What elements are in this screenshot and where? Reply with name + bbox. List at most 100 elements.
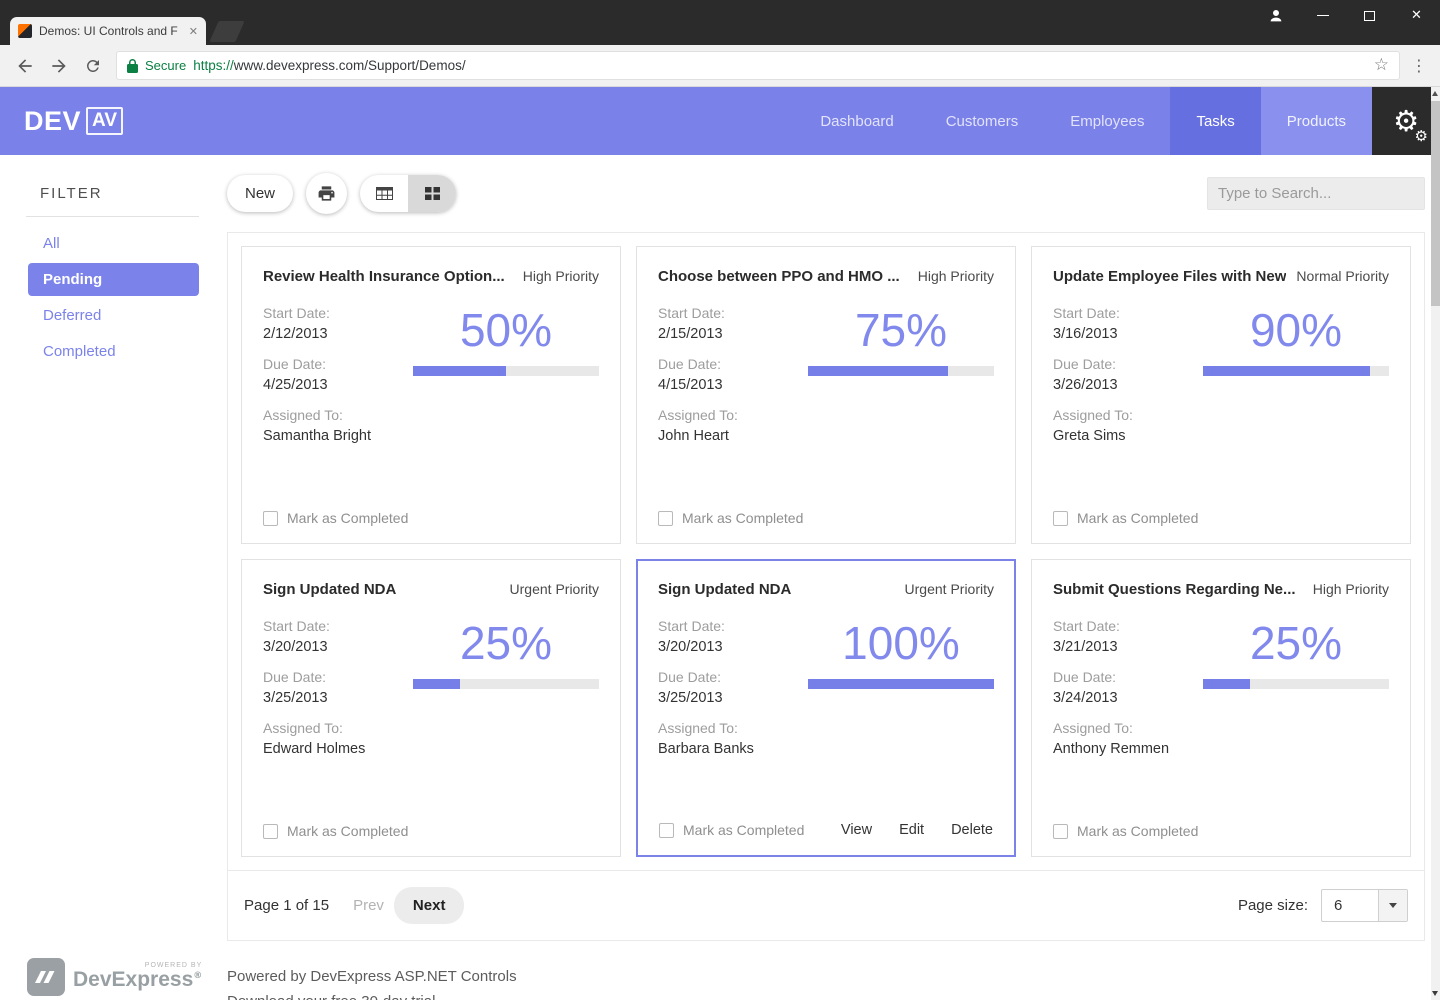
progress-percent: 25% (413, 620, 599, 666)
progress-percent: 90% (1203, 307, 1389, 353)
delete-action[interactable]: Delete (951, 822, 993, 838)
scrollbar-thumb[interactable] (1431, 101, 1440, 306)
minimize-button[interactable] (1299, 0, 1346, 31)
sidebar-item-deferred[interactable]: Deferred (28, 299, 199, 332)
forward-icon[interactable] (42, 49, 76, 83)
devexpress-footer-logo[interactable]: POWERED BY DevExpress® (27, 958, 202, 996)
browser-menu-icon[interactable]: ⋮ (1406, 56, 1432, 75)
sidebar-item-all[interactable]: All (28, 227, 199, 260)
task-priority: Urgent Priority (895, 581, 994, 597)
mark-completed-checkbox[interactable] (263, 824, 278, 839)
next-page-button[interactable]: Next (394, 887, 465, 924)
refresh-icon[interactable] (76, 49, 110, 83)
task-card-selected[interactable]: Sign Updated NDA Urgent Priority Start D… (636, 559, 1016, 857)
task-card[interactable]: Review Health Insurance Option... High P… (241, 246, 621, 544)
due-date-value: 4/25/2013 (263, 377, 413, 393)
mark-completed-label: Mark as Completed (1077, 510, 1198, 526)
progress-bar-fill (808, 679, 994, 689)
start-date-value: 3/21/2013 (1053, 639, 1203, 655)
mark-completed-label: Mark as Completed (287, 510, 408, 526)
task-card[interactable]: Submit Questions Regarding Ne... High Pr… (1031, 559, 1411, 857)
search-input[interactable] (1218, 185, 1417, 202)
task-card[interactable]: Choose between PPO and HMO ... High Prio… (636, 246, 1016, 544)
settings-gear-button[interactable]: ⚙ ⚙ (1372, 87, 1440, 155)
due-date-label: Due Date: (263, 669, 413, 685)
mark-completed-label: Mark as Completed (287, 823, 408, 839)
scroll-down-icon[interactable] (1432, 991, 1438, 996)
assigned-to-value: John Heart (658, 428, 808, 444)
progress-bar (413, 679, 599, 689)
mark-completed-checkbox[interactable] (1053, 511, 1068, 526)
new-task-button[interactable]: New (227, 175, 293, 212)
nav-customers[interactable]: Customers (920, 87, 1045, 155)
bookmark-star-icon[interactable]: ☆ (1374, 57, 1389, 74)
due-date-value: 4/15/2013 (658, 377, 808, 393)
task-card[interactable]: Sign Updated NDA Urgent Priority Start D… (241, 559, 621, 857)
mark-completed-checkbox[interactable] (263, 511, 278, 526)
tab-title: Demos: UI Controls and F (39, 24, 182, 38)
tab-close-icon[interactable]: ✕ (189, 25, 198, 38)
mark-completed-checkbox[interactable] (659, 823, 674, 838)
task-title: Choose between PPO and HMO ... (658, 268, 900, 285)
mark-completed-checkbox[interactable] (658, 511, 673, 526)
assigned-to-value: Greta Sims (1053, 428, 1203, 444)
start-date-value: 3/20/2013 (658, 639, 808, 655)
start-date-label: Start Date: (658, 305, 808, 321)
view-action[interactable]: View (841, 822, 872, 838)
download-trial-link[interactable]: Download your free 30-day trial (227, 993, 1425, 1000)
printer-icon (317, 184, 336, 203)
lock-icon (127, 59, 138, 73)
task-title: Sign Updated NDA (658, 581, 791, 598)
start-date-value: 3/16/2013 (1053, 326, 1203, 342)
maximize-button[interactable] (1346, 0, 1393, 31)
new-tab-button[interactable] (209, 21, 244, 42)
assigned-to-value: Edward Holmes (263, 741, 413, 757)
assigned-to-label: Assigned To: (263, 407, 413, 423)
view-toggle-group (360, 175, 456, 212)
filter-heading: FILTER (40, 185, 227, 202)
devexpress-logo-icon (27, 958, 65, 996)
nav-products[interactable]: Products (1261, 87, 1372, 155)
browser-toolbar: Secure https://www.devexpress.com/Suppor… (0, 45, 1440, 87)
start-date-value: 2/12/2013 (263, 326, 413, 342)
mark-completed-checkbox[interactable] (1053, 824, 1068, 839)
page-size-label: Page size: (1238, 897, 1308, 914)
vertical-scrollbar[interactable] (1431, 87, 1440, 1000)
nav-tasks[interactable]: Tasks (1170, 87, 1260, 155)
sidebar-item-pending[interactable]: Pending (28, 263, 199, 296)
task-title: Submit Questions Regarding Ne... (1053, 581, 1296, 598)
table-view-button[interactable] (360, 175, 408, 212)
tasks-panel: Review Health Insurance Option... High P… (227, 232, 1425, 941)
page-size-dropdown[interactable]: 6 (1321, 889, 1408, 922)
sidebar-item-completed[interactable]: Completed (28, 335, 199, 368)
close-button[interactable]: ✕ (1393, 0, 1440, 31)
mark-completed-label: Mark as Completed (683, 822, 804, 838)
profile-icon[interactable] (1252, 0, 1299, 31)
card-view-button[interactable] (408, 175, 456, 212)
edit-action[interactable]: Edit (899, 822, 924, 838)
task-card[interactable]: Update Employee Files with New... Normal… (1031, 246, 1411, 544)
back-icon[interactable] (8, 49, 42, 83)
nav-dashboard[interactable]: Dashboard (794, 87, 919, 155)
nav-employees[interactable]: Employees (1044, 87, 1170, 155)
window-controls: ✕ (1252, 0, 1440, 31)
task-cards-grid: Review Health Insurance Option... High P… (228, 233, 1424, 870)
dropdown-arrow-button[interactable] (1378, 890, 1407, 921)
due-date-label: Due Date: (263, 356, 413, 372)
main-nav: Dashboard Customers Employees Tasks Prod… (794, 87, 1440, 155)
prev-page-button[interactable]: Prev (353, 897, 384, 914)
scroll-up-icon[interactable] (1432, 91, 1438, 96)
url-scheme: https:// (193, 58, 234, 73)
filter-sidebar: FILTER All Pending Deferred Completed PO… (0, 155, 227, 1000)
task-title: Update Employee Files with New... (1053, 268, 1286, 285)
devav-logo[interactable]: DEV AV (24, 87, 123, 155)
address-bar[interactable]: Secure https://www.devexpress.com/Suppor… (116, 51, 1400, 80)
task-priority: Normal Priority (1286, 268, 1389, 284)
pager: Page 1 of 15 Prev Next Page size: 6 (228, 870, 1424, 940)
print-button[interactable] (306, 173, 347, 214)
page-size-value: 6 (1322, 890, 1378, 921)
start-date-label: Start Date: (263, 305, 413, 321)
logo-dev-text: DEV (24, 106, 81, 137)
browser-tab[interactable]: Demos: UI Controls and F ✕ (10, 17, 206, 45)
sidebar-divider (26, 216, 199, 217)
